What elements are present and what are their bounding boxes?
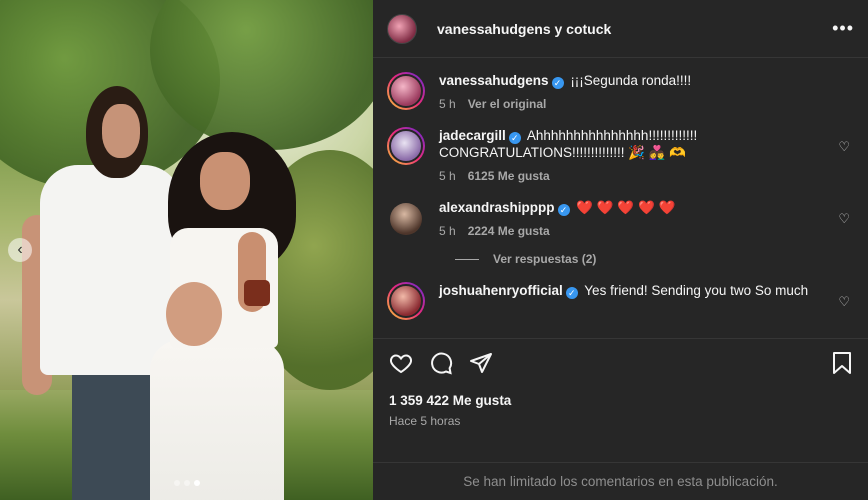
comment-item: vanessahudgens ✓ ¡¡¡Segunda ronda!!!! 5 h V… xyxy=(387,72,852,111)
carousel-dot xyxy=(193,480,200,486)
comment-text: Yes friend! Sending you two So much xyxy=(584,283,809,298)
verified-badge-icon: ✓ xyxy=(508,132,521,144)
likes-count[interactable]: 1 359 422 Me gusta xyxy=(389,393,854,408)
comment-avatar[interactable] xyxy=(389,129,423,163)
comment-username[interactable]: jadecargill xyxy=(439,128,506,143)
comment-text-line: jadecargill ✓ Ahhhhhhhhhhhhhhh!!!!!!!!!!!… xyxy=(439,127,822,161)
verified-badge-icon: ✓ xyxy=(551,77,564,89)
post-modal: ‹ vanessahudgens y cotuck ••• vanessahud… xyxy=(0,0,868,500)
comment-avatar-wrap[interactable] xyxy=(387,282,425,320)
comment-text-line: alexandrashipppp ✓ ❤️ ❤️ ❤️ ❤️ ❤️ xyxy=(439,199,822,216)
comment-body: vanessahudgens ✓ ¡¡¡Segunda ronda!!!! 5 h V… xyxy=(439,72,852,111)
comment-time: 5 h xyxy=(439,97,456,111)
carousel-prev-button[interactable]: ‹ xyxy=(8,238,32,262)
heart-icon[interactable] xyxy=(389,351,413,375)
comment-text-line: vanessahudgens ✓ ¡¡¡Segunda ronda!!!! xyxy=(439,72,822,89)
comment-username[interactable]: joshuahenryofficial xyxy=(439,283,563,298)
photo-woman-skirt xyxy=(150,340,284,500)
view-replies-button[interactable]: Ver respuestas (2) xyxy=(455,252,852,266)
photo-belly xyxy=(166,282,222,346)
post-header: vanessahudgens y cotuck ••• xyxy=(373,0,868,58)
comment-likes[interactable]: 2224 Me gusta xyxy=(468,224,550,238)
comment-avatar[interactable] xyxy=(390,203,422,235)
comment-item: alexandrashipppp ✓ ❤️ ❤️ ❤️ ❤️ ❤️ 5 h 2224 … xyxy=(387,199,852,238)
carousel-dots xyxy=(173,480,200,486)
post-time: Hace 5 horas xyxy=(389,414,461,428)
verified-badge-icon: ✓ xyxy=(565,287,578,299)
comment-like-heart-icon[interactable]: ♡ xyxy=(838,294,850,310)
comment-text: ¡¡¡Segunda ronda!!!! xyxy=(570,73,692,88)
comment-body: jadecargill ✓ Ahhhhhhhhhhhhhhh!!!!!!!!!!!… xyxy=(439,127,852,183)
comment-username[interactable]: alexandrashipppp xyxy=(439,200,555,215)
comment-time: 5 h xyxy=(439,169,456,183)
share-icon[interactable] xyxy=(469,351,493,375)
comment-time: 5 h xyxy=(439,224,456,238)
comment-meta: 5 h 6125 Me gusta xyxy=(439,169,822,183)
photo-man-shirt xyxy=(40,165,182,375)
comment-avatar-wrap[interactable] xyxy=(387,127,425,165)
verified-badge-icon: ✓ xyxy=(557,204,570,216)
carousel-dot xyxy=(173,480,180,486)
comment-likes[interactable]: 6125 Me gusta xyxy=(468,169,550,183)
photo-woman-face xyxy=(200,152,250,210)
comment-avatar[interactable] xyxy=(389,284,423,318)
comment-avatar-wrap[interactable] xyxy=(387,72,425,110)
comment-username[interactable]: vanessahudgens xyxy=(439,73,549,88)
post-side-panel: vanessahudgens y cotuck ••• vanessahudge… xyxy=(373,0,868,500)
more-options-button[interactable]: ••• xyxy=(832,18,854,39)
action-icons xyxy=(389,351,854,375)
post-photo[interactable]: ‹ xyxy=(0,0,373,500)
comment-item: joshuahenryofficial ✓ Yes friend! Sending… xyxy=(387,282,852,320)
comments-list[interactable]: vanessahudgens ✓ ¡¡¡Segunda ronda!!!! 5 hV… xyxy=(373,58,868,338)
photo-man-face xyxy=(102,104,140,158)
post-actions: 1 359 422 Me gusta Hace 5 horas xyxy=(373,338,868,462)
comment-icon[interactable] xyxy=(429,351,453,375)
photo-bracelets xyxy=(244,280,270,306)
comment-body: joshuahenryofficial ✓ Yes friend! Sending… xyxy=(439,282,852,320)
bookmark-icon[interactable] xyxy=(830,351,854,375)
see-original-link[interactable]: Ver el original xyxy=(468,97,547,111)
comment-like-heart-icon[interactable]: ♡ xyxy=(838,139,850,155)
comment-item: jadecargill ✓ Ahhhhhhhhhhhhhhh!!!!!!!!!!!… xyxy=(387,127,852,183)
comment-meta: 5 h 2224 Me gusta xyxy=(439,224,822,238)
comment-body: alexandrashipppp ✓ ❤️ ❤️ ❤️ ❤️ ❤️ 5 h 2224 … xyxy=(439,199,852,238)
post-authors[interactable]: vanessahudgens y cotuck xyxy=(437,21,832,37)
comments-limited-notice: Se han limitado los comentarios en esta … xyxy=(373,462,868,500)
comment-text-line: joshuahenryofficial ✓ Yes friend! Sending… xyxy=(439,282,822,299)
comment-avatar[interactable] xyxy=(389,74,423,108)
comment-meta: 5 h Ver el original xyxy=(439,97,822,111)
view-replies-label: Ver respuestas (2) xyxy=(493,252,597,266)
comment-like-heart-icon[interactable]: ♡ xyxy=(838,211,850,227)
comment-avatar-wrap[interactable] xyxy=(387,199,425,237)
author-avatar[interactable] xyxy=(387,13,417,44)
replies-divider xyxy=(455,258,479,260)
carousel-dot xyxy=(183,480,190,486)
comment-text: ❤️ ❤️ ❤️ ❤️ ❤️ xyxy=(576,200,676,215)
